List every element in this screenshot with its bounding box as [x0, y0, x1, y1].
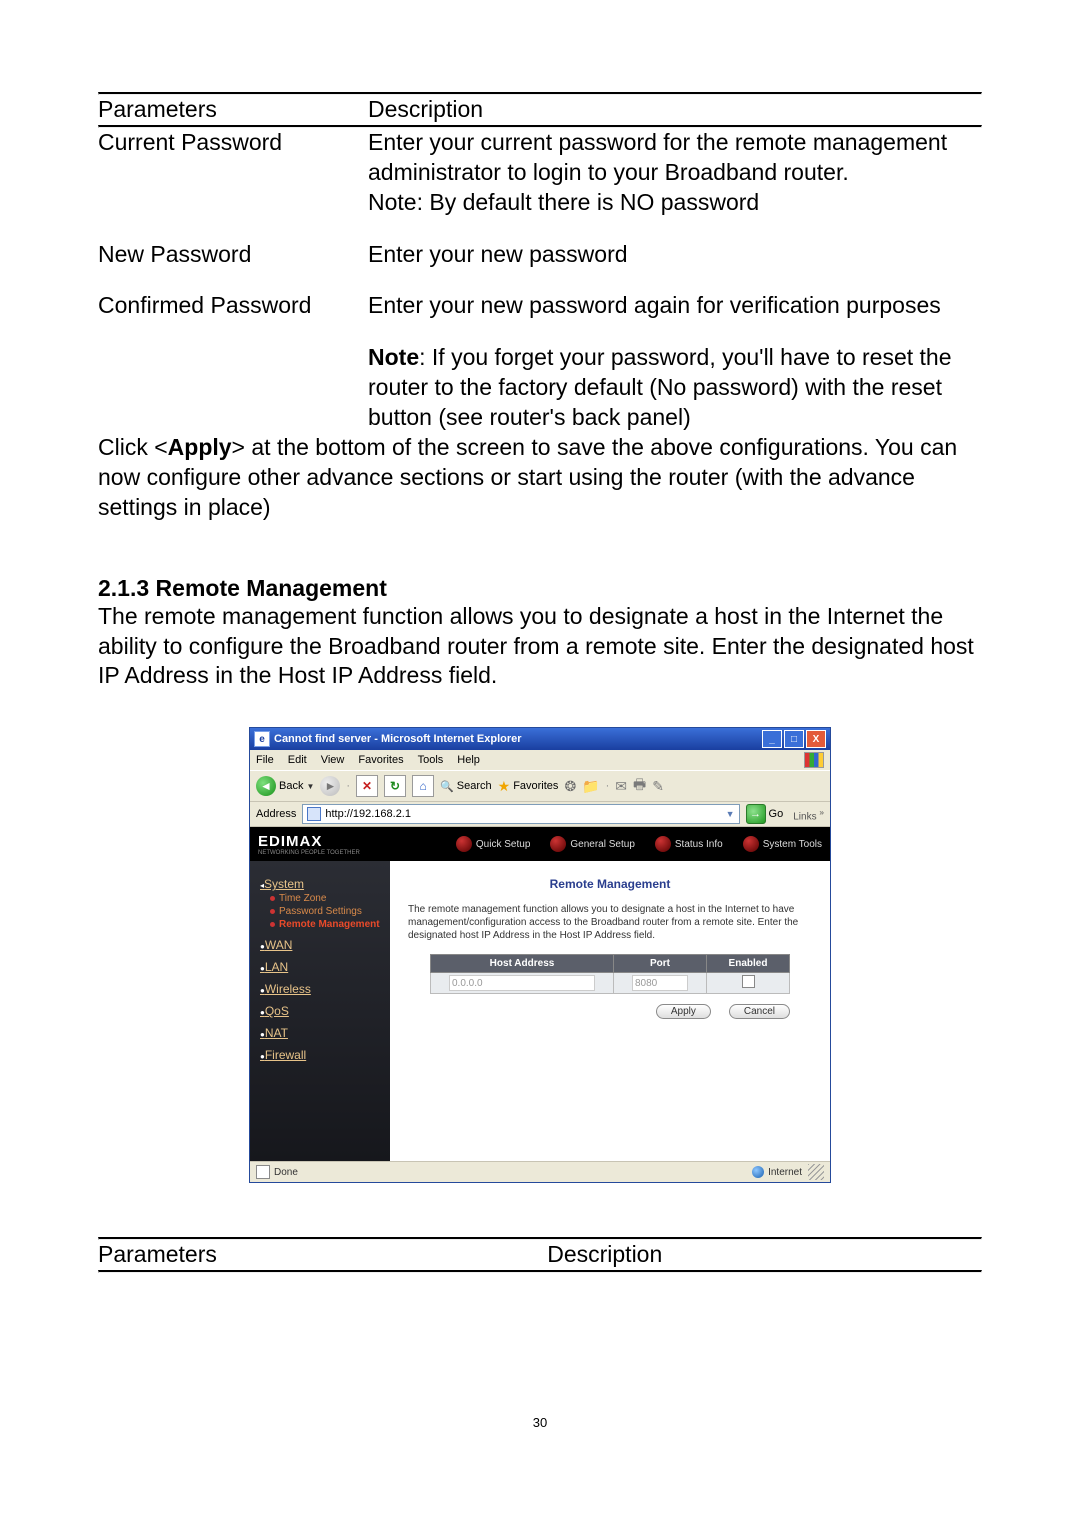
tab-system-tools[interactable]: System Tools — [743, 836, 822, 852]
router-sidebar: ◂System Time Zone Password Settings Remo… — [250, 861, 390, 1161]
row-param-2: Confirmed Password — [98, 291, 368, 321]
menu-favorites[interactable]: Favorites — [358, 754, 403, 766]
sidebar-password-settings[interactable]: Password Settings — [270, 906, 380, 917]
ie-titlebar: e Cannot find server - Microsoft Interne… — [250, 728, 830, 750]
row-param-1: New Password — [98, 240, 368, 270]
th-param: Parameters — [98, 95, 368, 125]
search-button[interactable]: 🔍Search — [440, 780, 492, 793]
menu-edit[interactable]: Edit — [288, 754, 307, 766]
resize-grip-icon — [808, 1164, 824, 1180]
address-label: Address — [256, 808, 296, 820]
ie-window: e Cannot find server - Microsoft Interne… — [249, 727, 831, 1183]
home-button[interactable]: ⌂ — [412, 775, 434, 797]
th2-desc: Description — [547, 1240, 982, 1270]
router-content: Remote Management The remote management … — [390, 861, 830, 1161]
folder-icon[interactable]: 📁 — [582, 778, 599, 795]
sidebar-firewall[interactable]: ●Firewall — [260, 1048, 380, 1062]
page-icon — [307, 807, 321, 821]
ie-toolbar: ◄ Back ▼ ► · ✕ ↻ ⌂ 🔍Search ★Favorites ❂ … — [250, 770, 830, 802]
th-enabled: Enabled — [707, 955, 790, 973]
sidebar-system[interactable]: ◂System — [260, 877, 380, 891]
section-heading: 2.1.3 Remote Management — [98, 575, 982, 602]
ie-icon: e — [254, 731, 270, 747]
tab-status-info[interactable]: Status Info — [655, 836, 723, 852]
sidebar-remote-management[interactable]: Remote Management — [270, 919, 380, 930]
menu-help[interactable]: Help — [457, 754, 480, 766]
forward-button[interactable]: ► — [320, 776, 340, 796]
favorites-button[interactable]: ★Favorites — [498, 778, 559, 795]
brand-logo: EDIMAX — [258, 833, 360, 850]
row-desc-2: Enter your new password again for verifi… — [368, 291, 982, 321]
page-number: 30 — [0, 1415, 1080, 1430]
apply-button[interactable]: Apply — [656, 1004, 711, 1019]
done-icon — [256, 1165, 270, 1179]
minimize-button[interactable]: _ — [762, 730, 782, 748]
maximize-button[interactable]: □ — [784, 730, 804, 748]
remote-mgmt-table: Host Address Port Enabled — [430, 954, 790, 994]
content-title: Remote Management — [408, 877, 812, 891]
th-desc: Description — [368, 95, 982, 125]
sidebar-wireless[interactable]: ●Wireless — [260, 982, 380, 996]
ie-menubar: File Edit View Favorites Tools Help — [250, 750, 830, 770]
address-input[interactable]: http://192.168.2.1 ▼ — [302, 804, 739, 824]
back-button[interactable]: ◄ Back ▼ — [256, 776, 314, 796]
parameters-table-1: Parameters Description — [98, 95, 982, 125]
router-header: EDIMAX NETWORKING PEOPLE TOGETHER Quick … — [250, 827, 830, 861]
tab-general-setup[interactable]: General Setup — [550, 836, 635, 852]
th-host: Host Address — [431, 955, 614, 973]
sidebar-wan[interactable]: ●WAN — [260, 938, 380, 952]
ie-title: Cannot find server - Microsoft Internet … — [274, 733, 522, 745]
parameters-table-2: Parameters Description — [98, 1240, 982, 1270]
history-icon[interactable]: ❂ — [564, 778, 576, 795]
links-label[interactable]: Links » — [793, 807, 824, 822]
th-port: Port — [614, 955, 707, 973]
th2-param: Parameters — [98, 1240, 547, 1270]
stop-button[interactable]: ✕ — [356, 775, 378, 797]
go-button[interactable]: →Go — [746, 804, 784, 824]
globe-icon — [752, 1166, 764, 1178]
menu-tools[interactable]: Tools — [418, 754, 444, 766]
status-done: Done — [274, 1167, 298, 1178]
row-desc-1: Enter your new password — [368, 240, 982, 270]
close-button[interactable]: X — [806, 730, 826, 748]
sidebar-qos[interactable]: ●QoS — [260, 1004, 380, 1018]
sidebar-nat[interactable]: ●NAT — [260, 1026, 380, 1040]
mail-icon[interactable]: ✉ — [615, 778, 627, 795]
host-address-input[interactable] — [449, 975, 595, 991]
apply-paragraph: Click <Apply> at the bottom of the scree… — [98, 433, 982, 523]
back-icon: ◄ — [256, 776, 276, 796]
menu-view[interactable]: View — [321, 754, 345, 766]
row-param-0: Current Password — [98, 128, 368, 218]
sidebar-time-zone[interactable]: Time Zone — [270, 893, 380, 904]
status-internet: Internet — [752, 1166, 802, 1178]
print-icon[interactable]: 🖶 — [633, 774, 646, 798]
refresh-button[interactable]: ↻ — [384, 775, 406, 797]
cancel-button[interactable]: Cancel — [729, 1004, 790, 1019]
windows-flag-icon — [804, 752, 824, 768]
ie-address-bar: Address http://192.168.2.1 ▼ →Go Links » — [250, 802, 830, 827]
sidebar-lan[interactable]: ●LAN — [260, 960, 380, 974]
ie-statusbar: Done Internet — [250, 1161, 830, 1182]
row-desc-0: Enter your current password for the remo… — [368, 128, 982, 218]
menu-file[interactable]: File — [256, 754, 274, 766]
port-input[interactable] — [632, 975, 688, 991]
note-cell: Note: If you forget your password, you'l… — [368, 343, 982, 433]
edit-icon[interactable]: ✎ — [652, 778, 664, 795]
enabled-checkbox[interactable] — [742, 975, 755, 988]
tab-quick-setup[interactable]: Quick Setup — [456, 836, 530, 852]
content-desc: The remote management function allows yo… — [408, 903, 812, 942]
section-body: The remote management function allows yo… — [98, 602, 982, 692]
